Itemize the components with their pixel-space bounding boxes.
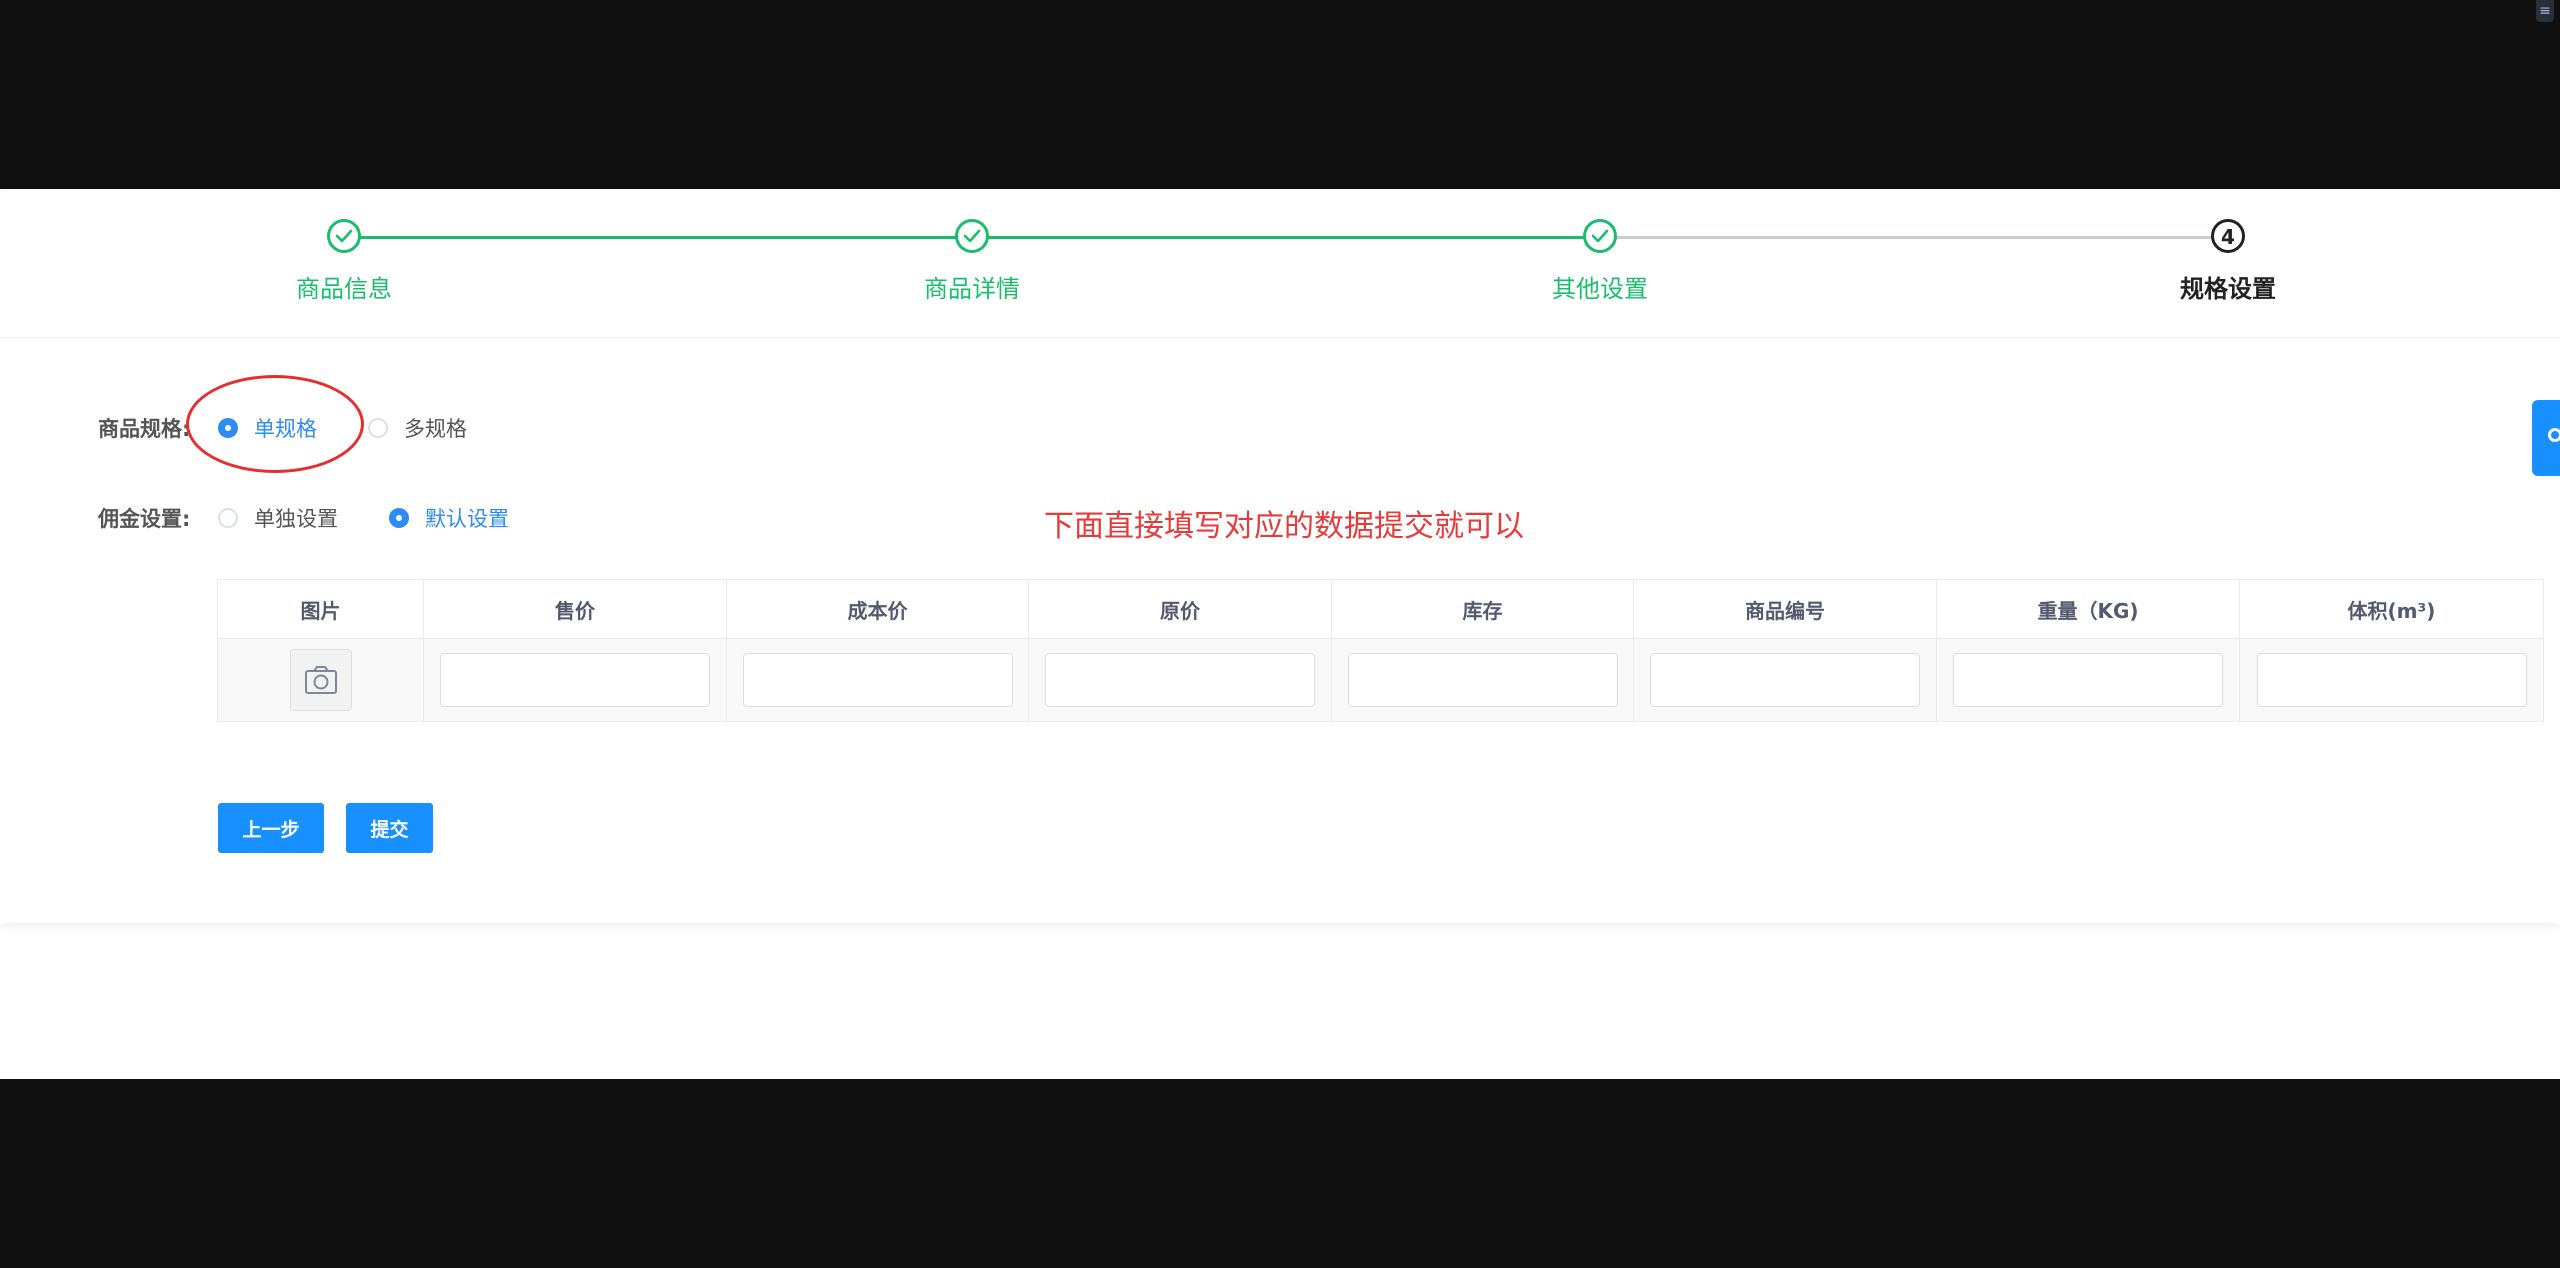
- volume-input[interactable]: [2256, 653, 2527, 707]
- commission-label: 佣金设置:: [98, 507, 191, 531]
- weight-input[interactable]: [1953, 653, 2223, 707]
- column-header-price: 售价: [423, 579, 727, 639]
- column-header-volume: 体积(m³): [2239, 579, 2544, 639]
- step-2-label[interactable]: 商品详情: [872, 269, 1072, 304]
- price-input[interactable]: [440, 653, 710, 707]
- column-header-weight: 重量（KG): [1936, 579, 2240, 639]
- cost-input[interactable]: [742, 653, 1013, 707]
- step-2-check-icon: [955, 219, 989, 253]
- step-3-check-icon: [1583, 219, 1617, 253]
- image-cell: [217, 638, 424, 722]
- spec-table: 图片 售价 成本价 原价 库存 商品编号 重量（KG) 体积(m³): [217, 579, 2544, 722]
- radio-unchecked-icon[interactable]: [218, 508, 238, 528]
- radio-multi-spec-label: 多规格: [404, 417, 467, 441]
- column-header-stock: 库存: [1331, 579, 1634, 639]
- radio-default-commission-label: 默认设置: [425, 507, 509, 531]
- menu-icon[interactable]: ≡: [2536, 0, 2554, 22]
- settings-side-tab[interactable]: [2532, 400, 2560, 476]
- step-1-check-icon: [327, 219, 361, 253]
- table-row: [217, 638, 2544, 722]
- table-header-row: 图片 售价 成本价 原价 库存 商品编号 重量（KG) 体积(m³): [217, 579, 2544, 639]
- step-3-label[interactable]: 其他设置: [1500, 269, 1700, 304]
- prev-step-button[interactable]: 上一步: [218, 803, 324, 853]
- product-code-input[interactable]: [1650, 653, 1920, 707]
- form-card: 4 商品信息 商品详情 其他设置 规格设置 商品规格: 单规格 多规格 佣金设置…: [0, 189, 2560, 923]
- original-price-input[interactable]: [1045, 653, 1315, 707]
- stock-input[interactable]: [1347, 653, 1618, 707]
- step-connector-3: [1600, 236, 2228, 239]
- column-header-product-code: 商品编号: [1633, 579, 1937, 639]
- radio-default-commission[interactable]: 默认设置: [389, 503, 509, 533]
- step-connector-1: [344, 236, 972, 239]
- radio-checked-icon[interactable]: [389, 508, 409, 528]
- camera-icon: [304, 666, 337, 694]
- column-header-image: 图片: [217, 579, 424, 639]
- column-header-cost: 成本价: [726, 579, 1029, 639]
- radio-individual-commission-label: 单独设置: [254, 507, 338, 531]
- page-content: 4 商品信息 商品详情 其他设置 规格设置 商品规格: 单规格 多规格 佣金设置…: [0, 189, 2560, 1079]
- step-4-label[interactable]: 规格设置: [2128, 269, 2328, 304]
- image-upload-button[interactable]: [289, 649, 352, 711]
- submit-button[interactable]: 提交: [346, 803, 433, 853]
- step-1-label[interactable]: 商品信息: [244, 269, 444, 304]
- radio-unchecked-icon[interactable]: [368, 418, 388, 438]
- radio-individual-commission[interactable]: 单独设置: [218, 503, 338, 533]
- annotation-note: 下面直接填写对应的数据提交就可以: [1044, 509, 1524, 544]
- column-header-original-price: 原价: [1028, 579, 1332, 639]
- radio-multi-spec[interactable]: 多规格: [368, 413, 467, 443]
- spec-type-label: 商品规格:: [98, 417, 191, 441]
- annotation-circle: [186, 375, 364, 473]
- steps-bar: 4 商品信息 商品详情 其他设置 规格设置: [0, 189, 2560, 338]
- step-4-number: 4: [2211, 219, 2245, 253]
- step-connector-2: [972, 236, 1600, 239]
